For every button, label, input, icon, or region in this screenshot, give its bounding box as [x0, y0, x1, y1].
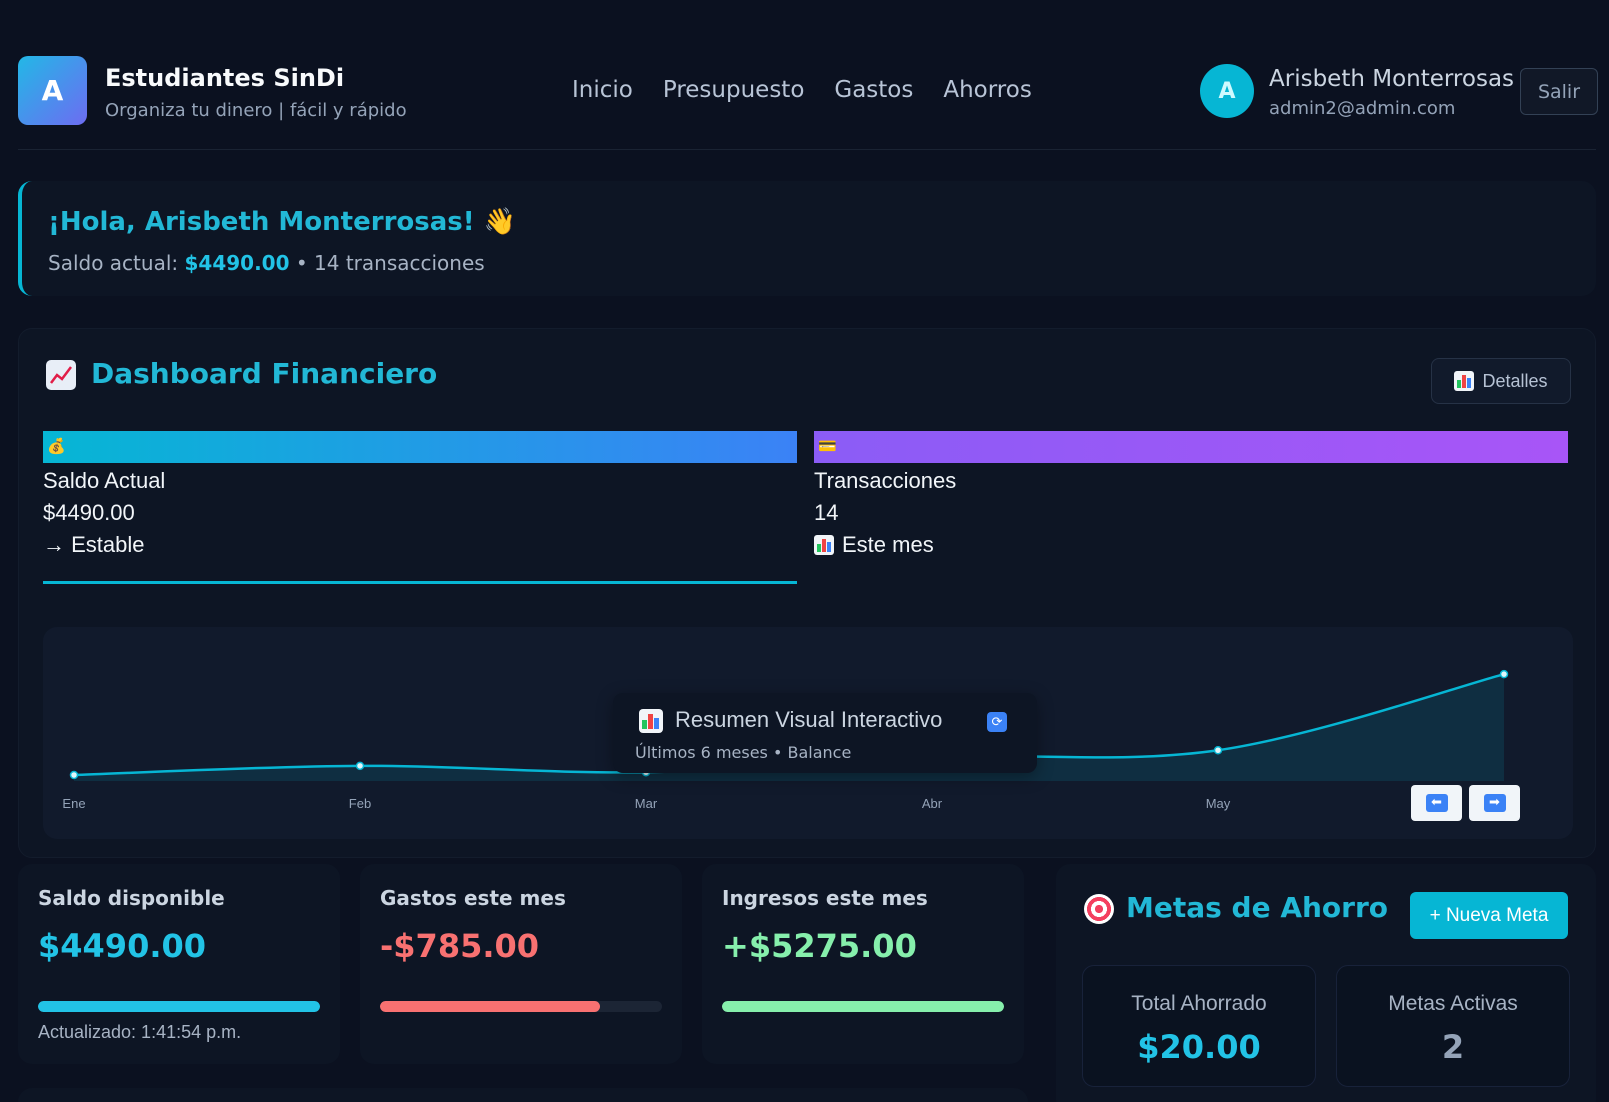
x-tick-label: Mar	[635, 796, 658, 811]
stat-trend: → Estable	[43, 532, 145, 557]
stat-saldo-actual: 💰 Saldo Actual $4490.00 → Estable	[43, 431, 797, 584]
card-saldo-disponible: Saldo disponible $4490.00 Actualizado: 1…	[18, 864, 340, 1064]
card-progress-fill	[380, 1001, 600, 1012]
card-gastos-mes: Gastos este mes -$785.00	[360, 864, 682, 1064]
financial-dashboard: Dashboard Financiero Detalles 💰 Saldo Ac…	[18, 328, 1596, 858]
bar-chart-icon	[814, 535, 834, 555]
avatar[interactable]: A	[1200, 64, 1254, 118]
brand-subtitle: Organiza tu dinero | fácil y rápido	[105, 100, 407, 121]
money-bag-icon: 💰	[47, 437, 66, 455]
chart-point[interactable]	[355, 761, 365, 771]
x-tick-label: May	[1206, 796, 1231, 811]
user-email: admin2@admin.com	[1269, 98, 1456, 119]
card-value: -$785.00	[380, 927, 540, 965]
details-button[interactable]: Detalles	[1431, 358, 1571, 404]
card-progress-fill	[722, 1001, 1004, 1012]
stat-note: Este mes	[814, 529, 1568, 561]
nav-item-presupuesto[interactable]: Presupuesto	[663, 77, 805, 103]
balance-chart: Ene Feb Mar Abr May Resumen Visual Interacti…	[43, 627, 1573, 839]
brand-title: Estudiantes SinDi	[105, 64, 345, 92]
credit-card-icon: 💳	[818, 437, 837, 455]
goals-title: Metas de Ahorro	[1126, 891, 1389, 924]
card-progress-track	[722, 1001, 1004, 1012]
next-panel	[18, 1088, 1028, 1102]
app-header: A Estudiantes SinDi Organiza tu dinero |…	[18, 56, 1598, 150]
card-title: Saldo disponible	[38, 886, 225, 910]
goal-total-saved-label: Total Ahorrado	[1131, 992, 1267, 1015]
brand-logo[interactable]: A	[18, 56, 87, 125]
card-value: +$5275.00	[722, 927, 917, 965]
stat-label: Transacciones	[814, 468, 957, 493]
goal-active-label: Metas Activas	[1388, 992, 1518, 1015]
nav-item-inicio[interactable]: Inicio	[572, 77, 633, 103]
chart-summary-card: Resumen Visual Interactivo ⟳ Últimos 6 m…	[613, 693, 1037, 773]
bar-chart-icon	[1454, 371, 1475, 391]
dashboard-title: Dashboard Financiero	[91, 357, 438, 390]
stat-header-bar: 💰	[43, 431, 797, 463]
chart-point[interactable]	[1213, 746, 1223, 755]
stat-transacciones: 💳 Transacciones 14 Este mes	[814, 431, 1568, 561]
goal-active-count: Metas Activas 2	[1336, 965, 1570, 1087]
arrow-right-icon: ➡	[1483, 794, 1506, 812]
chart-next-button[interactable]: ➡	[1469, 785, 1520, 821]
greeting-title: ¡Hola, Arisbeth Monterrosas! 👋	[48, 207, 517, 237]
refresh-icon[interactable]: ⟳	[987, 712, 1007, 732]
card-title: Gastos este mes	[380, 886, 566, 910]
stat-note-text: Este mes	[842, 532, 934, 557]
chart-prev-button[interactable]: ⬅	[1411, 785, 1462, 821]
details-label: Detalles	[1482, 370, 1548, 391]
nav-item-gastos[interactable]: Gastos	[834, 77, 913, 103]
card-title: Ingresos este mes	[722, 886, 928, 910]
x-tick-label: Feb	[349, 796, 371, 811]
chart-summary-title: Resumen Visual Interactivo	[675, 707, 943, 732]
x-tick-label: Ene	[62, 796, 85, 811]
transactions-count: • 14 transacciones	[295, 251, 485, 275]
card-ingresos-mes: Ingresos este mes +$5275.00	[702, 864, 1024, 1064]
goal-active-value: 2	[1441, 1028, 1465, 1066]
card-progress-fill	[38, 1001, 320, 1012]
stat-value: $4490.00	[43, 500, 135, 525]
card-progress-track	[38, 1001, 320, 1012]
arrow-left-icon: ⬅	[1425, 794, 1448, 812]
goal-total-saved-value: $20.00	[1137, 1028, 1261, 1066]
main-nav: Inicio Presupuesto Gastos Ahorros	[572, 77, 1032, 103]
new-goal-button[interactable]: + Nueva Meta	[1410, 892, 1568, 939]
nav-item-ahorros[interactable]: Ahorros	[943, 77, 1031, 103]
target-icon	[1084, 894, 1114, 924]
stat-value: 14	[814, 500, 839, 525]
greeting-summary: Saldo actual: $4490.00 • 14 transaccione…	[48, 251, 485, 275]
goal-total-saved: Total Ahorrado $20.00	[1082, 965, 1316, 1087]
card-progress-track	[380, 1001, 662, 1012]
stat-label: Saldo Actual	[43, 468, 166, 493]
card-value: $4490.00	[38, 927, 207, 965]
stat-underline	[43, 581, 797, 584]
bar-chart-icon	[639, 709, 663, 733]
balance-label: Saldo actual:	[48, 251, 179, 275]
chart-point[interactable]	[69, 770, 79, 780]
card-updated-time: Actualizado: 1:41:54 p.m.	[38, 1022, 242, 1042]
stat-header-bar: 💳	[814, 431, 1568, 463]
greeting-banner: ¡Hola, Arisbeth Monterrosas! 👋 Saldo act…	[18, 181, 1596, 296]
chart-increasing-icon	[46, 360, 76, 390]
chart-summary-subtitle: Últimos 6 meses • Balance	[635, 743, 852, 762]
user-name: Arisbeth Monterrosas	[1269, 66, 1515, 92]
chart-point[interactable]	[1499, 669, 1509, 679]
x-tick-label: Abr	[922, 796, 943, 811]
balance-value: $4490.00	[184, 251, 290, 275]
savings-goals-panel: Metas de Ahorro + Nueva Meta Total Ahorr…	[1056, 864, 1596, 1102]
logout-button[interactable]: Salir	[1520, 68, 1598, 115]
